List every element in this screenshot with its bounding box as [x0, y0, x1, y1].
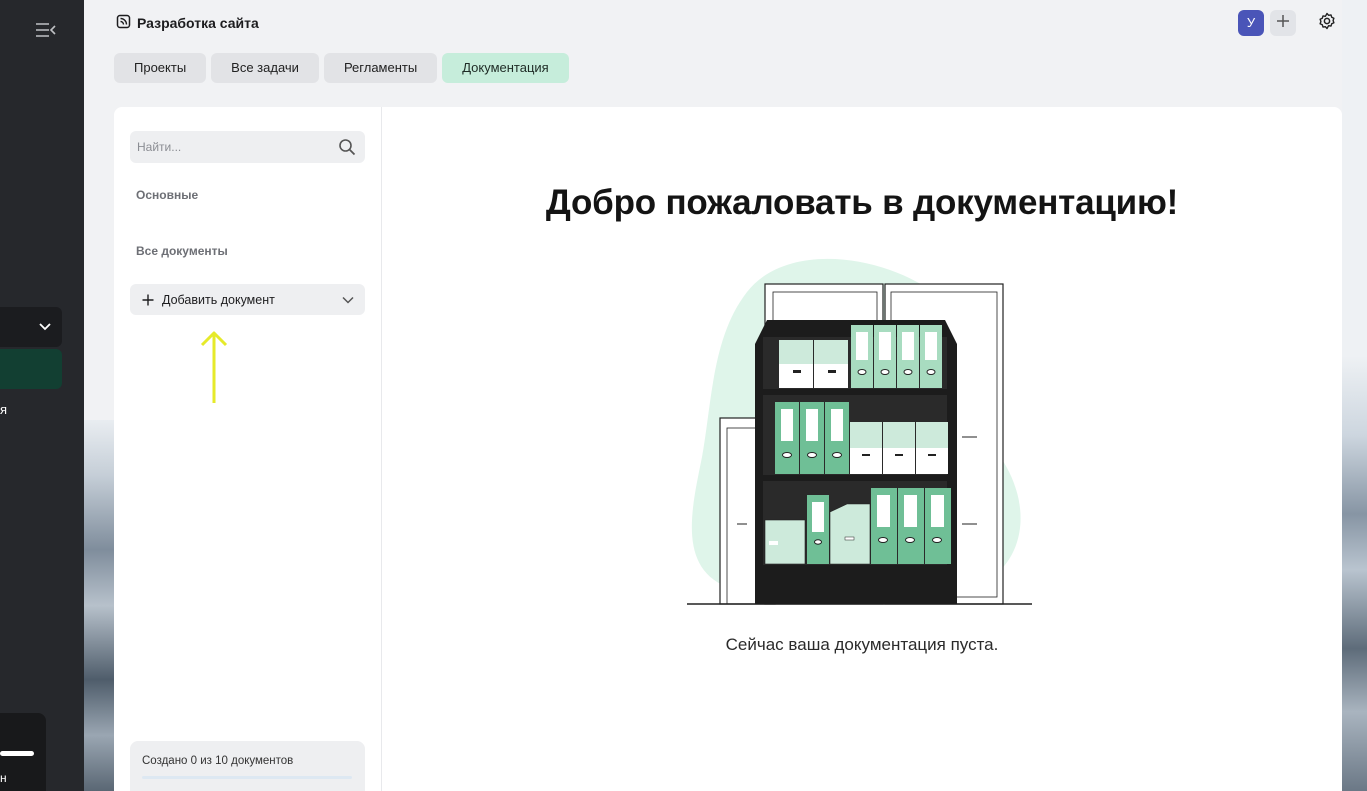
rail-bottom-label: н	[0, 771, 7, 785]
tab-all-tasks[interactable]: Все задачи	[211, 53, 319, 83]
search-box	[130, 131, 365, 163]
empty-state-message: Сейчас ваша документация пуста.	[725, 635, 999, 654]
add-member-button[interactable]	[1270, 10, 1296, 36]
rail-project-select[interactable]	[0, 307, 62, 347]
add-document-button[interactable]: Добавить документ	[130, 284, 365, 315]
add-document-label: Добавить документ	[162, 292, 275, 307]
settings-icon	[1318, 12, 1336, 35]
documentation-panel: Основные Все документы Добавить документ…	[114, 107, 1342, 791]
tab-documentation[interactable]: Документация	[442, 53, 569, 83]
tab-bar: Проекты Все задачи Регламенты Документац…	[114, 53, 569, 83]
avatar[interactable]: У	[1238, 10, 1264, 36]
annotation-arrow-icon	[200, 329, 228, 410]
search-icon[interactable]	[338, 138, 356, 161]
documents-sidebar: Основные Все документы Добавить документ…	[114, 107, 382, 791]
background-image-right	[1342, 0, 1367, 791]
rail-progress-bar	[0, 751, 34, 756]
rail-item-label: я	[0, 402, 8, 417]
settings-button[interactable]	[1316, 12, 1338, 34]
collapse-sidebar-icon[interactable]	[35, 21, 57, 39]
plus-icon	[142, 294, 154, 306]
rail-bottom-card[interactable]: н	[0, 713, 46, 791]
page-title: Добро пожаловать в документацию!	[545, 183, 1179, 222]
project-icon	[116, 14, 131, 32]
tab-regulations[interactable]: Регламенты	[323, 53, 438, 83]
project-title-text: Разработка сайта	[137, 15, 259, 31]
documentation-main: Добро пожаловать в документацию! Сейчас …	[382, 107, 1342, 791]
left-rail: я н	[0, 0, 84, 791]
background-image-left	[84, 420, 114, 791]
quota-progress-bar	[142, 776, 352, 779]
rail-active-item[interactable]	[0, 349, 62, 389]
documents-quota-card: Создано 0 из 10 документов	[130, 741, 365, 791]
chevron-down-icon	[38, 319, 52, 338]
chevron-down-icon[interactable]	[341, 293, 355, 310]
search-input[interactable]	[130, 131, 320, 163]
quota-text: Создано 0 из 10 документов	[142, 755, 294, 767]
tab-projects[interactable]: Проекты	[114, 53, 207, 83]
sidebar-section-all-documents[interactable]: Все документы	[136, 244, 228, 258]
project-title: Разработка сайта	[116, 14, 259, 32]
plus-icon	[1276, 14, 1290, 33]
sidebar-section-main[interactable]: Основные	[136, 188, 198, 202]
empty-shelf-illustration	[687, 258, 1032, 605]
